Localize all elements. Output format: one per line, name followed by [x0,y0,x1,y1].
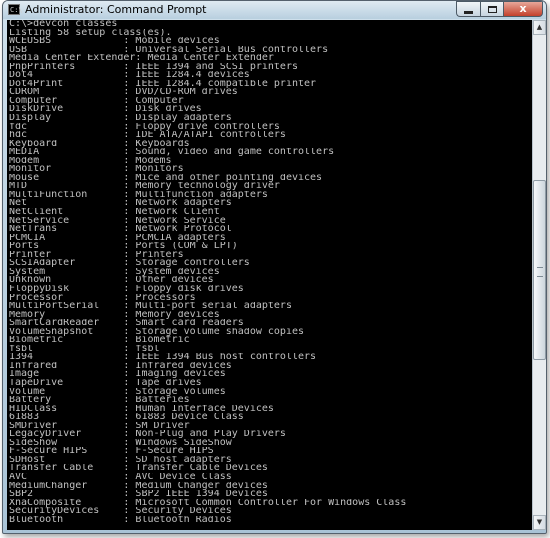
console-line: Keyboard : Keyboards [9,139,190,149]
command-prompt-icon[interactable]: C:\ [8,4,23,15]
console-line: hdc : IDE ATA/ATAPI controllers [9,131,286,140]
console-line: SMDriver : SM Driver [9,421,190,431]
console-line: AVC : AVC Device Class [9,472,232,482]
console-line: Biometric : Biometric [9,336,190,345]
title-bar[interactable]: C:\ Administrator: Command Prompt x [3,1,546,19]
console-line: Transfer Cable : Transfer Cable Devices [9,464,268,473]
console-line: Infrared : Infrared devices [9,361,232,371]
arrow-up-icon: ▲ [536,23,543,31]
console-line: Dot4 : IEEE 1284.4 devices [9,71,250,80]
maximize-icon [487,5,497,13]
console-line: NetClient : Network Client [9,208,220,217]
console-line: SDHost : SD host adapters [9,455,232,465]
scroll-up-button[interactable]: ▲ [533,20,546,35]
console-line: Modem : Modems [9,156,172,166]
console-line: NetService : Network Service [9,216,226,226]
console-line: Display : Display adapters [9,114,232,123]
close-button[interactable]: x [503,1,543,17]
console-line: SmartCardReader : Smart card readers [9,319,244,328]
console-line: USB : Universal Serial Bus controllers [9,45,329,55]
console-line: Volume : Storage volumes [9,387,226,397]
console-line: TapeDrive : Tape drives [9,378,202,388]
console-output[interactable]: C:\>devcon classes Listing 58 setup class… [7,20,532,530]
arrow-down-icon: ▼ [536,518,543,526]
minimize-button[interactable] [456,1,480,17]
console-line: 1394 : IEEE 1394 Bus host controllers [9,353,317,362]
scrollbar-thumb[interactable] [533,180,546,360]
console-line: Mouse : Mice and other pointing devices [9,173,323,183]
console-line: Image : Imaging devices [9,370,226,379]
console-line: FloppyDisk : Floppy disk drives [9,284,244,294]
console-line: MTD : Memory technology driver [9,182,280,191]
console-line: Monitor : Monitors [9,165,184,174]
console-line: Computer : Computer [9,96,184,106]
console-line: HIDClass : Human Interface Devices [9,404,274,414]
console-line: CDROM : DVD/CD-ROM drives [9,88,238,97]
console-line: Memory : Memory devices [9,310,220,320]
console-line: MEDIA : Sound, video and game controller… [9,148,335,157]
console-line: fdc : Floppy drive controllers [9,122,280,132]
console-line: PCMCIA : PCMCIA adapters [9,233,226,243]
console-line: DiskDrive : Disk drives [9,105,202,115]
console-line: LegacyDriver : Non-Plug and Play Drivers [9,430,286,439]
console-line: PnpPrinters : IEEE 1394 and SCSI printer… [9,62,298,72]
console-line: Processor : Processors [9,293,196,303]
console-line: Unknown : Other devices [9,276,214,285]
console-line: XnaComposite : Microsoft Common Controll… [9,498,407,508]
window-controls: x [456,1,543,18]
console-line: Net : Network adapters [9,199,232,209]
vertical-scrollbar[interactable]: ▲ ▼ [532,20,546,530]
console-line: MediumChanger : Medium Changer devices [9,481,268,491]
console-line: MultiPortSerial : Multi-port serial adap… [9,302,292,311]
console-line: Listing 58 setup class(es). [9,28,172,38]
console-line: WCEUSBS : Mobile devices [9,37,220,46]
window-title: Administrator: Command Prompt [25,3,207,16]
console-line: F-Secure HIPS : F-Secure HIPS [9,447,214,456]
console-line: Bluetooth : Bluetooth Radios [9,515,232,525]
console-line: Dot4Print : IEEE 1284.4 compatible print… [9,79,317,89]
console-line: Ports : Ports (COM & LPT) [9,242,238,251]
console-line: SCSIAdapter : Storage controllers [9,259,250,268]
console-line: Printer : Printers [9,250,184,260]
console-line: MultiFunction : Multifunction adapters [9,190,268,200]
command-prompt-window: C:\ Administrator: Command Prompt x C:\>… [2,0,547,534]
console-line: 61883 : 61883 Device Class [9,413,244,422]
scroll-down-button[interactable]: ▼ [533,515,546,530]
console-line: SBP2 : SBP2 IEEE 1394 Devices [9,490,268,499]
console-line: C:\>devcon classes [9,20,118,29]
console-line: SecurityDevices : Security Devices [9,507,232,516]
console-line: System : System devices [9,267,220,277]
console-line: fsbl : fsbl [9,344,160,354]
console-line: NetTrans : Network Protocol [9,225,232,234]
console-text: C:\>devcon classes Listing 58 setup class… [7,20,532,524]
close-icon: x [519,2,527,15]
console-line: SideShow : Windows SideShow [9,438,232,448]
grip-icon [537,267,543,277]
console-line: Battery : Batteries [9,396,190,405]
minimize-icon [464,10,473,14]
console-line: Media Center Extender: Media Center Exte… [9,54,274,63]
console-line: VolumeSnapshot : Storage volume shadow c… [9,327,305,337]
maximize-button[interactable] [480,1,503,17]
